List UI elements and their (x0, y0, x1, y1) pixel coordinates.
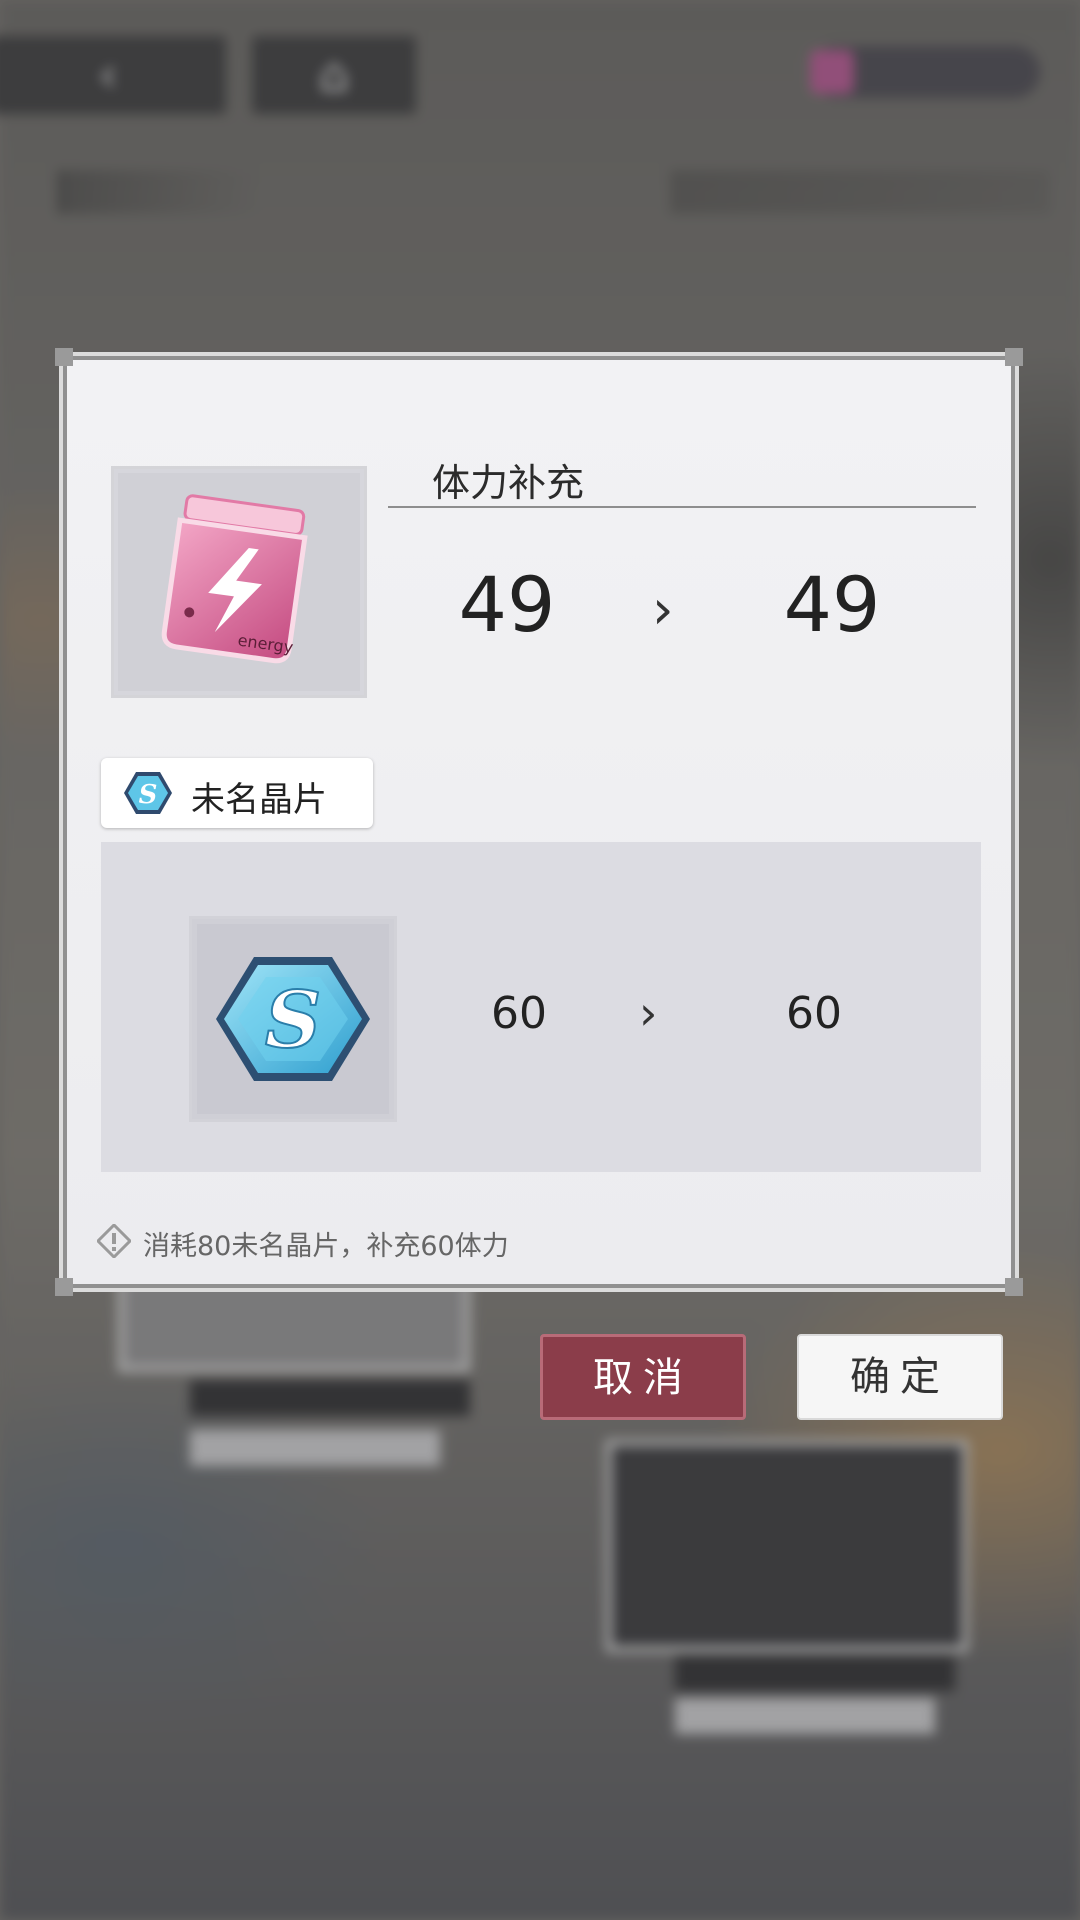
svg-text:S: S (139, 780, 158, 810)
frame-corner (1005, 348, 1023, 366)
crystal-item-frame: S (189, 916, 397, 1122)
svg-text:S: S (265, 975, 321, 1066)
crystal-label-tag: S 未名晶片 (101, 758, 373, 828)
frame-corner (55, 1278, 73, 1296)
chevron-right-icon: › (652, 578, 674, 641)
title-divider (388, 506, 976, 508)
crystal-s-icon: S (216, 957, 370, 1081)
cost-hint-text: 消耗80未名晶片，补充60体力 (143, 1231, 509, 1262)
energy-jar-icon: energy (161, 494, 308, 664)
energy-item-frame: energy (111, 466, 367, 698)
screen: ‹ ⌂ energy 体力补充 49 › 49 S 未名晶片 S 60 › 60… (0, 0, 1080, 1920)
crystal-s-icon: S (124, 772, 172, 814)
chevron-right-icon: › (639, 986, 658, 1040)
energy-section-title: 体力补充 (432, 461, 585, 505)
crystal-current-value: 60 (491, 988, 547, 1039)
energy-refill-dialog: energy 体力补充 49 › 49 S 未名晶片 ⌄ (55, 348, 1023, 1296)
info-diamond-icon (97, 1224, 131, 1258)
cancel-button[interactable]: 取消 (540, 1334, 746, 1420)
confirm-button[interactable]: 确定 (797, 1334, 1003, 1420)
crystal-cost-panel: S 60 › 60 (101, 842, 981, 1172)
frame-corner (55, 348, 73, 366)
crystal-label-text: 未名晶片 (191, 780, 327, 820)
frame-corner (1005, 1278, 1023, 1296)
energy-after-value: 49 (783, 560, 881, 649)
energy-current-value: 49 (458, 560, 556, 649)
crystal-after-value: 60 (786, 988, 842, 1039)
